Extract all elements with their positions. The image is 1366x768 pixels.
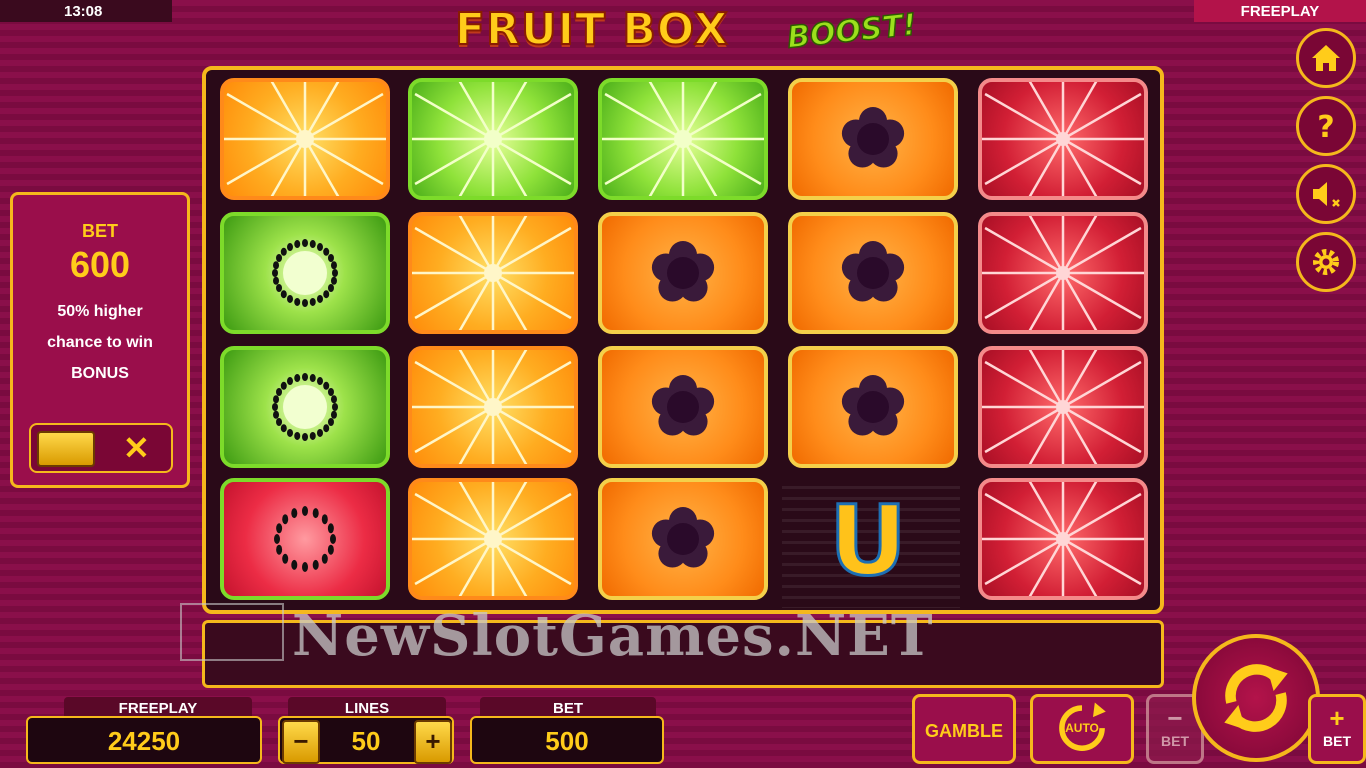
kiwi-symbol xyxy=(220,212,390,334)
pomegranate-symbol xyxy=(978,346,1148,468)
reel-2 xyxy=(402,78,580,606)
papaya-icon xyxy=(841,107,905,168)
gamble-button[interactable]: GAMBLE xyxy=(912,694,1016,764)
sound-muted-icon xyxy=(1313,182,1340,207)
help-icon: ? xyxy=(1317,110,1334,144)
papaya-icon xyxy=(651,241,715,302)
orange-icon xyxy=(412,350,574,464)
home-button[interactable] xyxy=(1296,28,1356,88)
orange-icon xyxy=(224,82,386,196)
watermelon-icon xyxy=(274,506,336,572)
orange-symbol xyxy=(220,78,390,200)
toggle-off-icon: ✕ xyxy=(123,430,150,466)
plus-icon: + xyxy=(1329,703,1345,733)
bet-increase-button[interactable]: + BET xyxy=(1308,694,1366,764)
desc-line-2: chance to win xyxy=(47,334,153,351)
mode-badge: FREEPLAY xyxy=(1194,0,1366,22)
desc-line-3: BONUS xyxy=(71,365,129,382)
papaya-symbol xyxy=(598,212,768,334)
bet-increase-label: BET xyxy=(1323,733,1351,749)
papaya-symbol xyxy=(788,78,958,200)
pomegranate-symbol xyxy=(978,212,1148,334)
u-bonus-symbol: U xyxy=(782,478,960,608)
bet-decrease-label: BET xyxy=(1161,733,1189,749)
lime-symbol xyxy=(598,78,768,200)
reel-1 xyxy=(214,78,392,606)
spin-icon xyxy=(1224,664,1288,732)
toggle-knob[interactable] xyxy=(37,431,95,467)
settings-button[interactable] xyxy=(1296,232,1356,292)
papaya-symbol xyxy=(788,346,958,468)
watermelon-symbol xyxy=(220,478,390,600)
lines-decrease-button[interactable]: − xyxy=(282,720,320,764)
watermark: NewSlotGames.NET xyxy=(180,603,1180,669)
lime-icon xyxy=(602,82,764,196)
desc-line-1: 50% higher xyxy=(57,303,143,320)
u-bonus-letter: U xyxy=(828,485,909,598)
pomegranate-symbol xyxy=(978,478,1148,600)
logo-subtitle: BOOST! xyxy=(785,7,919,57)
bet-value: 500 xyxy=(470,716,664,764)
home-icon xyxy=(1312,45,1340,71)
bonus-bet-description: 50% higher chance to win BONUS xyxy=(13,296,187,389)
orange-symbol xyxy=(408,346,578,468)
reel-3 xyxy=(592,78,770,606)
logo-title: FRUIT BOX xyxy=(454,3,729,56)
pomegranate-icon xyxy=(982,482,1144,596)
papaya-symbol xyxy=(598,478,768,600)
papaya-icon xyxy=(841,375,905,436)
orange-icon xyxy=(412,216,574,330)
orange-symbol xyxy=(408,478,578,600)
papaya-symbol xyxy=(598,346,768,468)
spin-button[interactable] xyxy=(1192,634,1320,762)
svg-text:?: ? xyxy=(1317,110,1334,144)
pomegranate-icon xyxy=(982,82,1144,196)
lime-symbol xyxy=(408,78,578,200)
orange-icon xyxy=(412,482,574,596)
autoplay-button[interactable]: AUTO xyxy=(1030,694,1134,764)
bonus-boost-toggle[interactable]: ✕ xyxy=(29,423,173,473)
papaya-icon xyxy=(651,507,715,568)
papaya-icon xyxy=(841,241,905,302)
pomegranate-symbol xyxy=(978,78,1148,200)
lime-icon xyxy=(412,82,574,196)
reel-4: U xyxy=(782,78,960,608)
sound-button[interactable] xyxy=(1296,164,1356,224)
settings-gear-icon xyxy=(1313,249,1339,275)
bonus-bet-label: BET xyxy=(82,221,118,241)
clock: 13:08 xyxy=(0,0,172,22)
watermark-logo xyxy=(180,603,284,661)
kiwi-symbol xyxy=(220,346,390,468)
autoplay-label: AUTO xyxy=(1065,721,1099,735)
pomegranate-icon xyxy=(982,350,1144,464)
reel-grid: U xyxy=(202,66,1164,614)
lines-increase-button[interactable]: + xyxy=(414,720,452,764)
game-logo: FRUIT BOX BOOST! xyxy=(454,3,919,60)
reel-5 xyxy=(972,78,1150,606)
watermark-text: NewSlotGames.NET xyxy=(292,603,934,669)
papaya-icon xyxy=(651,375,715,436)
pomegranate-icon xyxy=(982,216,1144,330)
kiwi-icon xyxy=(272,239,338,307)
help-button[interactable]: ? xyxy=(1296,96,1356,156)
bonus-bet-value: 600 xyxy=(69,244,131,285)
kiwi-icon xyxy=(272,373,338,441)
orange-symbol xyxy=(408,212,578,334)
papaya-symbol xyxy=(788,212,958,334)
freeplay-balance: 24250 xyxy=(26,716,262,764)
bonus-bet-panel: BET 600 50% higher chance to win BONUS ✕ xyxy=(10,192,190,488)
